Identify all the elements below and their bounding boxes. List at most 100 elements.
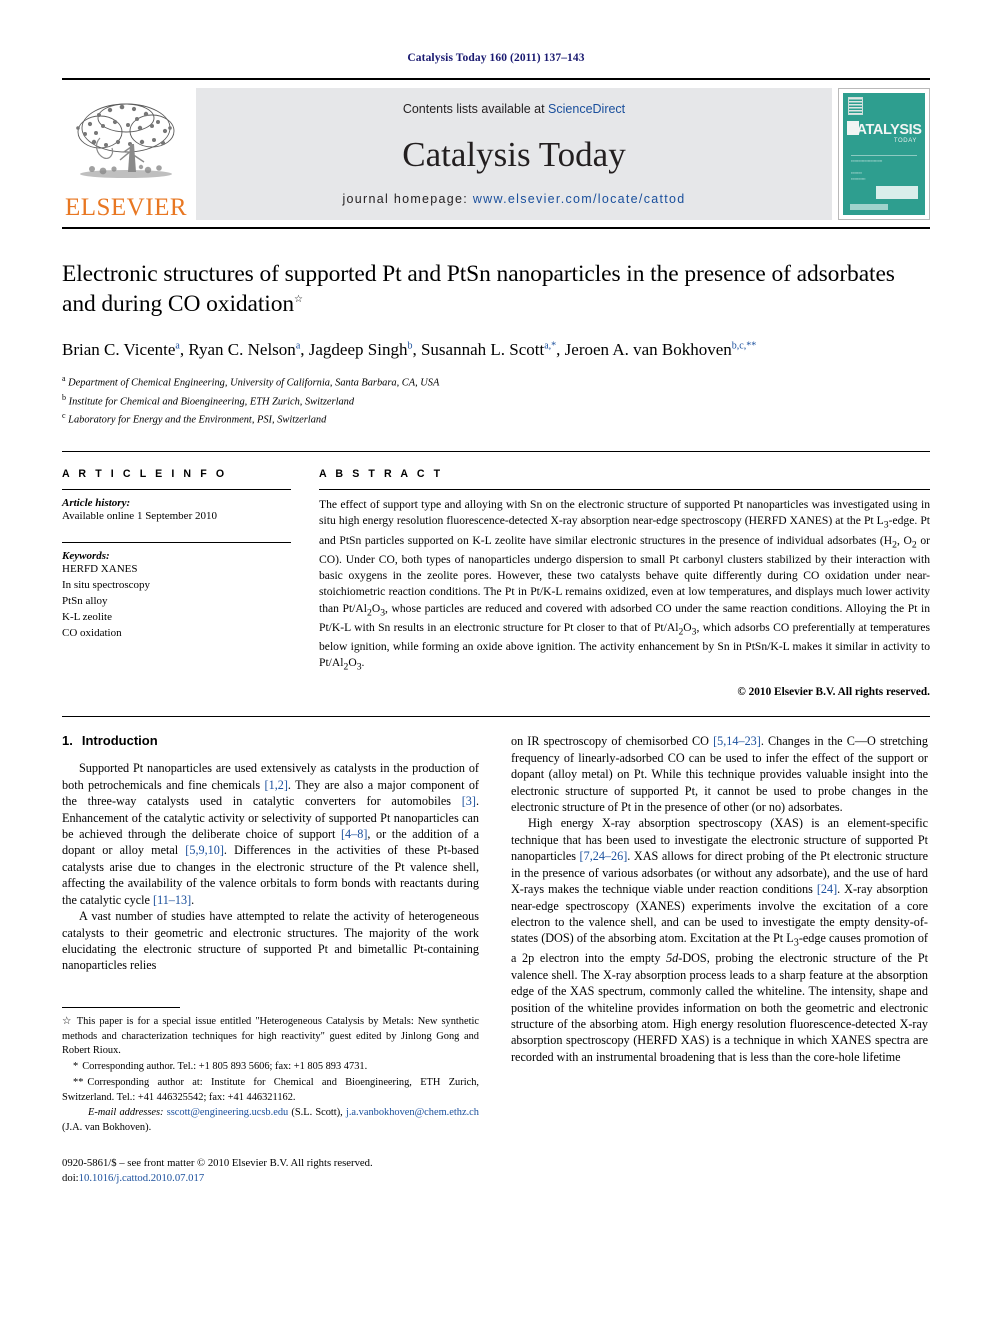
footnotes-block: ☆ This paper is for a special issue entit… <box>62 1000 479 1187</box>
affiliation-label: b <box>62 392 66 402</box>
journal-homepage-line: journal homepage: www.elsevier.com/locat… <box>342 192 685 206</box>
footnote-mark-double-asterisk: ** <box>73 1076 84 1088</box>
body-paragraph: on IR spectroscopy of chemisorbed CO [5,… <box>511 734 928 815</box>
cover-editor-text: ▪▪▪▪▪▪▪▪▪ ▪▪▪▪▪▪▪▪▪▪▪▪ <box>851 171 866 181</box>
elsevier-tree-icon <box>76 103 175 178</box>
author-affiliation-mark: a <box>175 340 180 352</box>
section-heading-introduction: 1. Introduction <box>62 733 479 748</box>
cover-footer-mark <box>850 204 888 210</box>
journal-masthead: ELSEVIER Contents lists available at Sci… <box>62 78 930 220</box>
author-name: Ryan C. Nelson <box>188 340 296 360</box>
journal-title: Catalysis Today <box>402 134 626 174</box>
author-affiliation-mark: a,* <box>544 340 557 352</box>
footnote-corresponding-1-text: Corresponding author. Tel.: +1 805 893 5… <box>82 1061 368 1073</box>
author-affiliation-mark: b <box>407 340 413 352</box>
author-name: Susannah L. Scott <box>420 340 545 360</box>
doi-label: doi: <box>62 1172 79 1185</box>
affiliation-text: Institute for Chemical and Bioengineerin… <box>68 396 355 408</box>
footnote-special-issue: ☆ This paper is for a special issue entit… <box>62 1015 479 1059</box>
imprint-block: 0920-5861/$ – see front matter © 2010 El… <box>62 1156 479 1187</box>
abstract-rule-top <box>319 489 930 491</box>
footnote-divider <box>62 1006 180 1008</box>
email-link-vanbokhoven[interactable]: j.a.vanbokhoven@chem.ethz.ch <box>346 1107 479 1118</box>
abstract-text: The effect of support type and alloying … <box>319 498 931 673</box>
email-owner-vanbokhoven: (J.A. van Bokhoven). <box>62 1122 152 1134</box>
page-title: Electronic structures of supported Pt an… <box>62 259 930 319</box>
author-name: Jagdeep Singh <box>308 340 408 360</box>
cover-sciencedirect-badge <box>876 186 918 199</box>
body-column-right: on IR spectroscopy of chemisorbed CO [5,… <box>511 733 928 1186</box>
contents-prefix-text: Contents lists available at <box>402 102 549 116</box>
affiliation-item: b Institute for Chemical and Bioengineer… <box>62 392 930 411</box>
footnote-corresponding-author-2: ** Corresponding author at: Institute for… <box>62 1076 479 1106</box>
article-title-text: Electronic structures of supported Pt an… <box>62 261 895 318</box>
email-addresses-label: E-mail addresses: <box>88 1107 164 1119</box>
keywords-rule <box>62 541 291 543</box>
affiliation-text: Laboratory for Energy and the Environmen… <box>68 414 327 426</box>
keyword-item: PtSn alloy <box>62 594 108 607</box>
footnote-email-addresses: E-mail addresses: sscott@engineering.ucs… <box>62 1106 479 1136</box>
article-history-label: Article history: <box>62 497 131 510</box>
footnote-mark-star-open: ☆ <box>62 1015 73 1027</box>
body-paragraph: High energy X-ray absorption spectroscop… <box>511 816 929 1064</box>
journal-article-page: Catalysis Today 160 (2011) 137–143 ELSEV… <box>0 0 992 1323</box>
footnote-corresponding-2-text: Corresponding author at: Institute for C… <box>62 1076 479 1103</box>
body-top-rule <box>62 716 930 718</box>
cover-divider <box>851 155 917 156</box>
article-info-column: A R T I C L E I N F O Article history: A… <box>62 468 319 698</box>
footnote-mark-asterisk: * <box>73 1061 79 1073</box>
author-name: Brian C. Vicente <box>62 340 176 360</box>
sciencedirect-link[interactable]: ScienceDirect <box>548 102 625 116</box>
affiliation-list: a Department of Chemical Engineering, Un… <box>62 373 930 429</box>
elsevier-wordmark: ELSEVIER <box>64 194 188 221</box>
article-info-heading: A R T I C L E I N F O <box>62 468 228 481</box>
keywords-label: Keywords: <box>62 549 110 562</box>
keyword-item: In situ spectroscopy <box>62 578 150 591</box>
journal-cover-thumbnail: CATALYSIS TODAY ▪▪▪▪▪▪▪▪▪▪▪▪▪▪▪▪▪▪▪▪▪▪▪▪… <box>838 88 930 220</box>
imprint-doi-line: doi:10.1016/j.cattod.2010.07.017 <box>62 1171 479 1187</box>
body-columns: 1. Introduction Supported Pt nanoparticle… <box>62 733 930 1186</box>
cover-journal-title: CATALYSIS <box>846 122 922 138</box>
elsevier-logo: ELSEVIER <box>62 88 190 220</box>
footnote-corresponding-author-1: * Corresponding author. Tel.: +1 805 893 … <box>62 1060 479 1075</box>
masthead-bottom-rule <box>62 227 930 229</box>
body-paragraph: A vast number of studies have attempted … <box>62 909 479 973</box>
author-affiliation-mark: b,c,** <box>731 340 757 352</box>
email-link-scott[interactable]: sscott@engineering.ucsb.edu <box>167 1107 289 1118</box>
article-info-rule-top <box>62 489 291 491</box>
imprint-front-matter: 0920-5861/$ – see front matter © 2010 El… <box>62 1156 373 1169</box>
homepage-prefix-text: journal homepage: <box>342 192 473 206</box>
affiliation-item: a Department of Chemical Engineering, Un… <box>62 373 930 392</box>
affiliation-text: Department of Chemical Engineering, Univ… <box>68 377 440 389</box>
abstract-heading: A B S T R A C T <box>319 468 444 481</box>
cover-journal-subtitle: TODAY <box>893 138 917 144</box>
keywords-block: Keywords: HERFD XANES In situ spectrosco… <box>62 541 291 642</box>
cover-publisher-mark-icon <box>848 97 863 115</box>
info-abstract-region: A R T I C L E I N F O Article history: A… <box>62 451 930 698</box>
title-footnote-mark: ☆ <box>294 294 303 306</box>
doi-link[interactable]: 10.1016/j.cattod.2010.07.017 <box>79 1172 205 1184</box>
running-head: Catalysis Today 160 (2011) 137–143 <box>407 52 585 64</box>
keyword-item: K-L zeolite <box>62 610 112 623</box>
journal-homepage-link[interactable]: www.elsevier.com/locate/cattod <box>473 192 686 206</box>
body-paragraph: Supported Pt nanoparticles are used exte… <box>62 761 480 907</box>
keyword-item: CO oxidation <box>62 626 122 639</box>
affiliation-label: c <box>62 411 66 421</box>
abstract-column: A B S T R A C T The effect of support ty… <box>319 468 930 698</box>
title-block: Electronic structures of supported Pt an… <box>62 259 930 429</box>
author-list: Brian C. Vicentea, Ryan C. Nelsona, Jagd… <box>62 340 757 360</box>
affiliation-label: a <box>62 374 66 384</box>
article-history-value: Available online 1 September 2010 <box>62 510 217 523</box>
affiliation-item: c Laboratory for Energy and the Environm… <box>62 410 930 429</box>
email-owner-scott: (S.L. Scott), <box>291 1107 343 1119</box>
author-affiliation-mark: a <box>295 340 301 352</box>
section-number: 1. <box>62 733 73 749</box>
copyright-notice: © 2010 Elsevier B.V. All rights reserved… <box>737 686 930 699</box>
footnote-special-issue-text: This paper is for a special issue entitl… <box>62 1015 479 1057</box>
cover-artwork: CATALYSIS TODAY ▪▪▪▪▪▪▪▪▪▪▪▪▪▪▪▪▪▪▪▪▪▪▪▪… <box>843 93 925 215</box>
body-column-left: 1. Introduction Supported Pt nanoparticle… <box>62 733 479 1186</box>
journal-banner: Contents lists available at ScienceDirec… <box>196 88 832 220</box>
author-name: Jeroen A. van Bokhoven <box>564 340 732 360</box>
contents-available-line: Contents lists available at ScienceDirec… <box>403 102 625 116</box>
keyword-item: HERFD XANES <box>62 562 138 575</box>
